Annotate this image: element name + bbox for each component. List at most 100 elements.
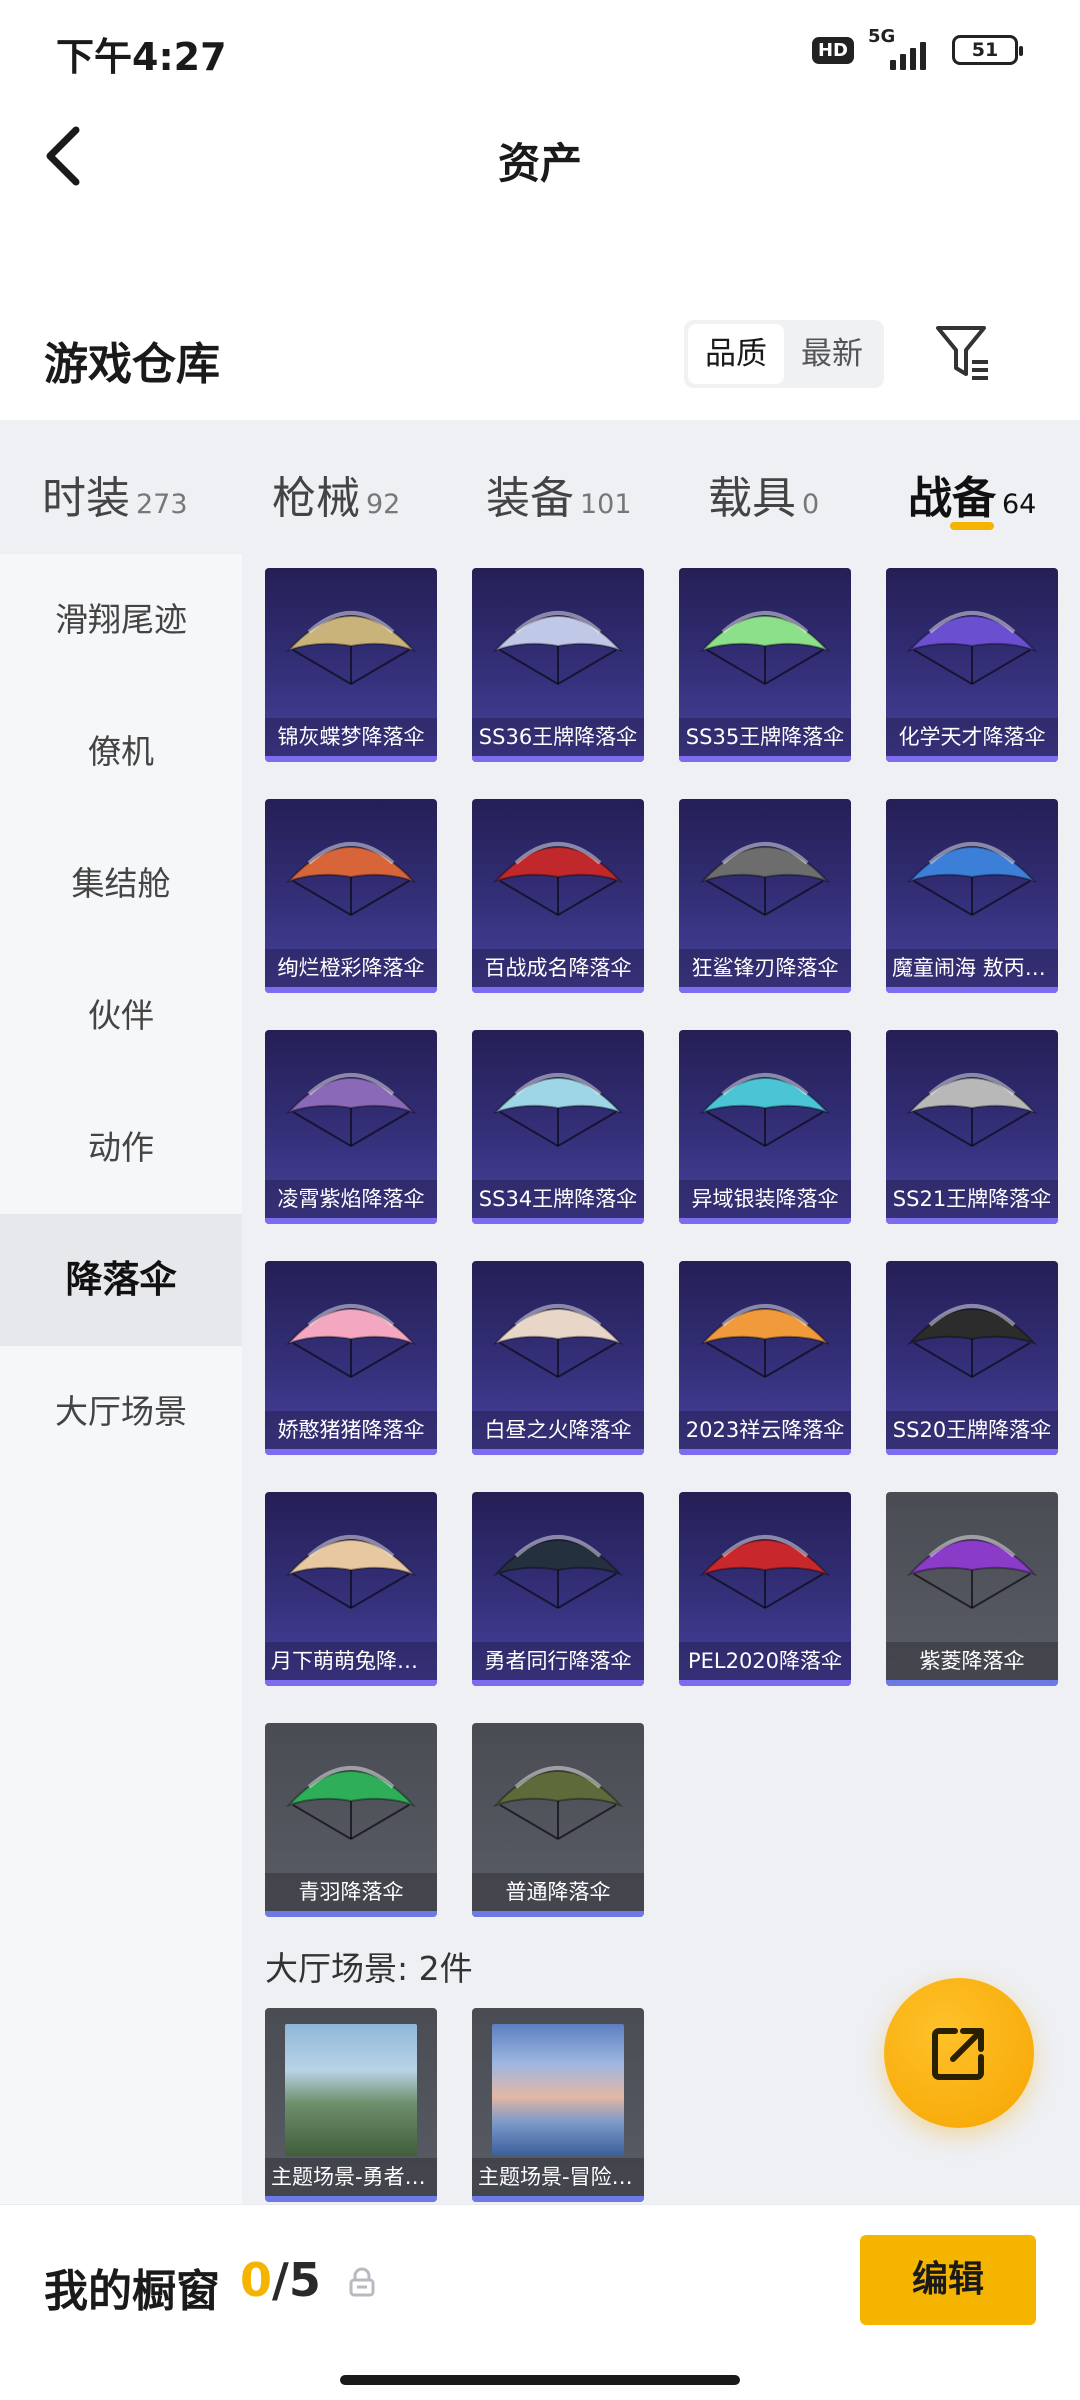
parachute-card[interactable]: 紫菱降落伞 — [886, 1492, 1058, 1686]
item-name: SS21王牌降落伞 — [886, 1180, 1058, 1218]
warehouse-title: 游戏仓库 — [44, 339, 220, 390]
item-name: SS20王牌降落伞 — [886, 1411, 1058, 1449]
parachute-image — [906, 1073, 1038, 1147]
category-tabs: 时装 273 枪械 92 装备 101 载具 0 战备 64 — [0, 420, 1080, 554]
parachute-card[interactable]: SS35王牌降落伞 — [679, 568, 851, 762]
showcase-max: 5 — [288, 2253, 321, 2307]
rarity-bar — [472, 987, 644, 993]
item-name: SS35王牌降落伞 — [679, 718, 851, 756]
edit-button[interactable]: 编辑 — [860, 2235, 1036, 2325]
item-name: 青羽降落伞 — [265, 1873, 437, 1911]
parachute-image — [285, 1766, 417, 1840]
rarity-bar — [265, 2196, 437, 2202]
sidebar: 滑翔尾迹 僚机 集结舱 伙伴 动作 降落伞 大厅场景 — [0, 554, 242, 2204]
rarity-bar — [265, 987, 437, 993]
parachute-image — [285, 611, 417, 685]
sort-newest-button[interactable]: 最新 — [784, 324, 880, 384]
share-button[interactable] — [884, 1978, 1034, 2128]
parachute-image — [699, 611, 831, 685]
parachute-card[interactable]: SS36王牌降落伞 — [472, 568, 644, 762]
share-icon — [932, 2028, 984, 2080]
parachute-card[interactable]: PEL2020降落伞 — [679, 1492, 851, 1686]
tab-fashion[interactable]: 时装 273 — [42, 462, 188, 526]
item-name: 狂鲨锋刃降落伞 — [679, 949, 851, 987]
parachute-card[interactable]: 勇者同行降落伞 — [472, 1492, 644, 1686]
sidebar-item-gathering-pod[interactable]: 集结舱 — [0, 818, 242, 950]
parachute-card[interactable]: 普通降落伞 — [472, 1723, 644, 1917]
showcase-current: 0 — [240, 2253, 273, 2307]
parachute-image — [699, 1073, 831, 1147]
sidebar-item-wingman[interactable]: 僚机 — [0, 686, 242, 818]
parachute-image — [492, 611, 624, 685]
parachute-image — [492, 842, 624, 916]
sort-toggle: 品质 最新 — [684, 320, 884, 388]
tab-count: 64 — [1002, 489, 1037, 520]
rarity-bar — [265, 1680, 437, 1686]
tab-equipment[interactable]: 装备 101 — [486, 462, 632, 526]
signal-icon: 5G — [868, 26, 938, 70]
tab-weapons[interactable]: 枪械 92 — [272, 462, 400, 526]
parachute-card[interactable]: 白昼之火降落伞 — [472, 1261, 644, 1455]
parachute-card[interactable]: 百战成名降落伞 — [472, 799, 644, 993]
parachute-image — [285, 842, 417, 916]
parachute-card[interactable]: 绚烂橙彩降落伞 — [265, 799, 437, 993]
tab-label: 载具 — [708, 473, 796, 524]
tab-label: 枪械 — [272, 473, 360, 524]
parachute-image — [285, 1535, 417, 1609]
rarity-bar — [886, 1680, 1058, 1686]
sidebar-item-glide-trail[interactable]: 滑翔尾迹 — [0, 554, 242, 686]
status-icons: HD 5G 51 — [811, 26, 1023, 70]
parachute-card[interactable]: 异域银装降落伞 — [679, 1030, 851, 1224]
parachute-image — [906, 1535, 1038, 1609]
tab-label: 战备 — [908, 473, 996, 524]
rarity-bar — [472, 1218, 644, 1224]
rarity-bar — [679, 1218, 851, 1224]
parachute-image — [492, 1304, 624, 1378]
parachute-card[interactable]: 魔童闹海 敖丙降落伞 — [886, 799, 1058, 993]
tab-count: 101 — [580, 489, 632, 520]
parachute-image — [699, 842, 831, 916]
item-name: 普通降落伞 — [472, 1873, 644, 1911]
item-name: 化学天才降落伞 — [886, 718, 1058, 756]
parachute-card[interactable]: 化学天才降落伞 — [886, 568, 1058, 762]
parachute-image — [699, 1304, 831, 1378]
tab-vehicles[interactable]: 载具 0 — [708, 462, 819, 526]
item-name: 主题场景-冒险之旅 — [472, 2158, 644, 2196]
item-name: 百战成名降落伞 — [472, 949, 644, 987]
sidebar-item-lobby-scene[interactable]: 大厅场景 — [0, 1346, 242, 1478]
top-bar: 资产 — [0, 100, 1080, 210]
sort-quality-button[interactable]: 品质 — [688, 324, 784, 384]
rarity-bar — [472, 1449, 644, 1455]
tab-count: 273 — [136, 489, 188, 520]
parachute-card[interactable]: SS34王牌降落伞 — [472, 1030, 644, 1224]
item-name: SS36王牌降落伞 — [472, 718, 644, 756]
filter-button[interactable] — [934, 322, 992, 384]
parachute-card[interactable]: SS21王牌降落伞 — [886, 1030, 1058, 1224]
item-name: SS34王牌降落伞 — [472, 1180, 644, 1218]
rarity-bar — [886, 756, 1058, 762]
status-time: 下午4:27 — [56, 35, 227, 79]
tab-battle-gear[interactable]: 战备 64 — [908, 462, 1036, 526]
parachute-card[interactable]: 月下萌萌兔降落伞 — [265, 1492, 437, 1686]
sidebar-item-emote[interactable]: 动作 — [0, 1082, 242, 1214]
home-indicator — [340, 2375, 740, 2385]
sidebar-item-parachute[interactable]: 降落伞 — [0, 1214, 242, 1346]
rarity-bar — [679, 987, 851, 993]
parachute-card[interactable]: 锦灰蝶梦降落伞 — [265, 568, 437, 762]
parachute-card[interactable]: 2023祥云降落伞 — [679, 1261, 851, 1455]
parachute-card[interactable]: 娇憨猪猪降落伞 — [265, 1261, 437, 1455]
parachute-image — [285, 1073, 417, 1147]
parachute-card[interactable]: 青羽降落伞 — [265, 1723, 437, 1917]
item-name: 绚烂橙彩降落伞 — [265, 949, 437, 987]
sidebar-item-companion[interactable]: 伙伴 — [0, 950, 242, 1082]
tab-label: 时装 — [42, 473, 130, 524]
parachute-card[interactable]: SS20王牌降落伞 — [886, 1261, 1058, 1455]
parachute-card[interactable]: 凌霄紫焰降落伞 — [265, 1030, 437, 1224]
tab-label: 装备 — [486, 473, 574, 524]
lobby-scene-card[interactable]: 主题场景-勇者之路 — [265, 2008, 437, 2202]
page-title: 资产 — [497, 139, 582, 188]
parachute-card[interactable]: 狂鲨锋刃降落伞 — [679, 799, 851, 993]
parachute-image — [285, 1304, 417, 1378]
lobby-scene-card[interactable]: 主题场景-冒险之旅 — [472, 2008, 644, 2202]
lobby-section-label: 大厅场景: 2件 — [265, 1949, 473, 1988]
